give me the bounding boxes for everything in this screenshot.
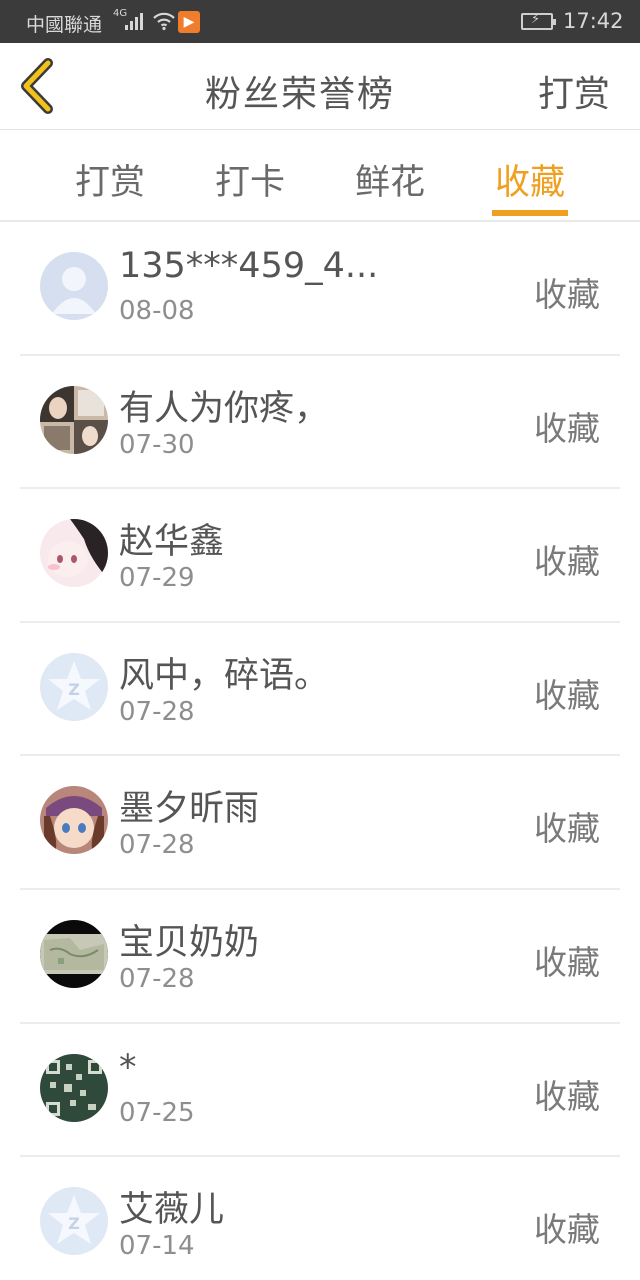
list-item[interactable]: 135***459_4... 08-08 收藏: [0, 222, 640, 356]
fan-name: 墨夕昕雨: [119, 789, 260, 830]
fan-name: 有人为你疼，: [119, 388, 330, 429]
status-bar: 中國聯通 4G ▶ ⚡ 17:42: [0, 0, 640, 43]
fan-action: 收藏: [534, 1076, 600, 1116]
fan-action: 收藏: [534, 1210, 600, 1250]
battery-icon: ⚡: [521, 12, 556, 30]
fan-name: 宝贝奶奶: [119, 922, 260, 963]
fan-date: 08-08: [119, 296, 195, 326]
app-notification-icon: ▶: [178, 11, 200, 33]
svg-text:Z: Z: [68, 680, 80, 699]
avatar: [40, 919, 108, 988]
fan-name: 风中，碎语。: [119, 655, 330, 696]
fan-date: 07-14: [119, 1231, 195, 1262]
fan-name: 135***459_4...: [119, 246, 379, 286]
fan-action: 收藏: [534, 809, 600, 849]
signal-icon: [124, 12, 146, 35]
fan-name: 赵华鑫: [119, 522, 225, 563]
fan-name: *: [119, 1047, 137, 1088]
fan-action: 收藏: [534, 542, 600, 582]
fan-action: 收藏: [534, 408, 600, 448]
page-title: 粉丝荣誉榜: [204, 74, 395, 115]
avatar: Z: [40, 652, 108, 721]
fan-list: 135***459_4... 08-08 收藏 有人为你疼， 07-30 收藏: [0, 222, 640, 1280]
avatar: [40, 385, 108, 454]
list-item[interactable]: * 07-25 收藏: [0, 1024, 640, 1158]
fan-date: 07-25: [119, 1097, 195, 1128]
fan-date: 07-28: [119, 830, 195, 861]
avatar: [40, 786, 108, 855]
fan-action: 收藏: [534, 275, 600, 314]
fan-date: 07-28: [119, 963, 195, 994]
svg-text:Z: Z: [68, 1214, 80, 1233]
avatar: [40, 1053, 108, 1122]
list-item[interactable]: 有人为你疼， 07-30 收藏: [0, 356, 640, 490]
tab-reward[interactable]: 打赏: [40, 154, 180, 205]
fan-action: 收藏: [534, 675, 600, 715]
tab-favorites[interactable]: 收藏: [460, 154, 600, 205]
tab-flowers[interactable]: 鲜花: [320, 154, 460, 205]
clock: 17:42: [563, 9, 624, 33]
avatar: [40, 519, 108, 588]
fan-action: 收藏: [534, 942, 600, 982]
list-item[interactable]: 墨夕昕雨 07-28 收藏: [0, 756, 640, 890]
tab-bar: 打赏 打卡 鲜花 收藏: [0, 130, 640, 222]
reward-button[interactable]: 打赏: [538, 65, 610, 117]
avatar: Z: [40, 1187, 108, 1256]
avatar: [40, 252, 108, 320]
list-item[interactable]: 赵华鑫 07-29 收藏: [0, 489, 640, 623]
fan-date: 07-30: [119, 429, 195, 460]
list-item[interactable]: Z 艾薇儿 07-14 收藏: [0, 1157, 640, 1280]
fan-date: 07-28: [119, 696, 195, 727]
tab-checkin[interactable]: 打卡: [180, 154, 320, 205]
fan-date: 07-29: [119, 563, 195, 594]
wifi-icon: [152, 11, 176, 36]
active-tab-indicator: [492, 210, 568, 216]
carrier-name: 中國聯通: [26, 14, 103, 36]
list-item[interactable]: 宝贝奶奶 07-28 收藏: [0, 890, 640, 1024]
fan-name: 艾薇儿: [119, 1190, 225, 1231]
list-item[interactable]: Z 风中，碎语。 07-28 收藏: [0, 623, 640, 757]
nav-bar: 粉丝荣誉榜 打赏: [0, 43, 640, 130]
